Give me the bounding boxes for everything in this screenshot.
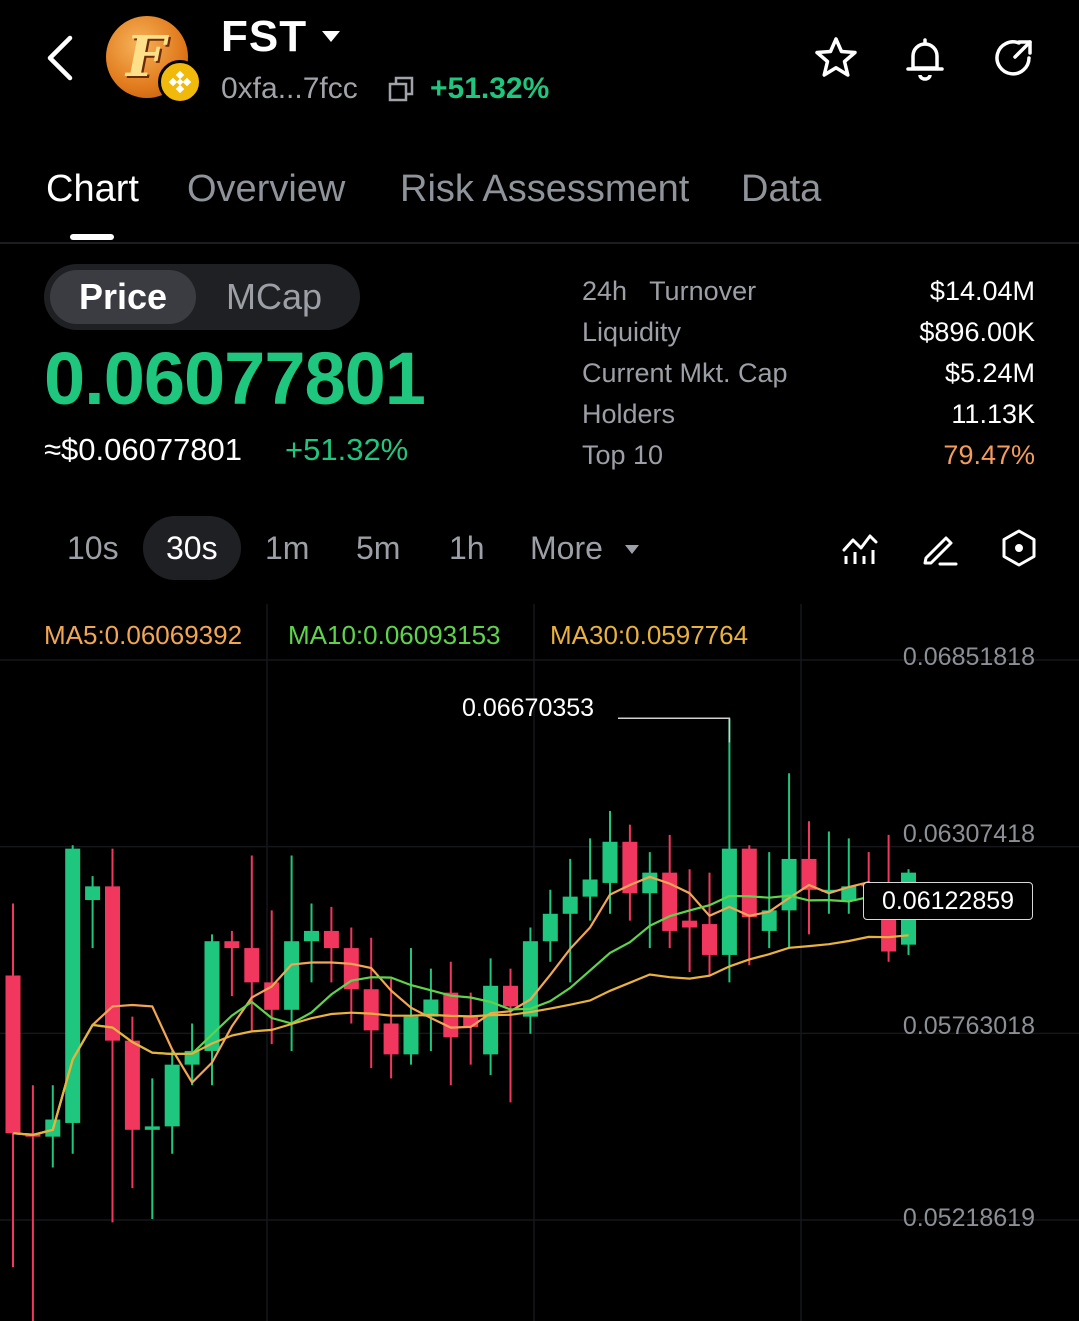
candle-body — [403, 1016, 419, 1055]
tab-data[interactable]: Data — [741, 168, 821, 211]
candle-body — [85, 886, 101, 901]
candle-body — [323, 930, 339, 949]
stat-top10-value: 79.47% — [943, 440, 1035, 470]
copy-icon[interactable] — [388, 76, 414, 102]
candle-body — [463, 1016, 479, 1027]
stat-mktcap-label: Current Mkt. Cap — [582, 358, 788, 388]
stat-liquidity-label: Liquidity — [582, 317, 682, 347]
share-icon[interactable] — [989, 34, 1037, 82]
current-price-marker: 0.06122859 — [863, 882, 1033, 920]
candle-body — [542, 913, 558, 942]
candle-body — [602, 841, 618, 883]
candle-body — [244, 948, 260, 983]
peak-price-label: 0.06670353 — [462, 694, 595, 722]
candle-body — [284, 941, 300, 1010]
stat-top10-label: Top 10 — [582, 440, 664, 470]
candle-body — [562, 896, 578, 914]
stat-liquidity-value: $896.00K — [919, 317, 1035, 347]
stat-turnover-label: 24h Turnover — [582, 276, 757, 306]
tab-chart[interactable]: Chart — [46, 168, 139, 211]
peak-leader-line — [618, 717, 731, 743]
y-axis-label: 0.05218619 — [902, 1204, 1035, 1232]
settings-hexagon-icon[interactable] — [999, 528, 1039, 568]
bnb-chain-icon — [158, 60, 202, 104]
candle-body — [363, 989, 379, 1031]
y-axis-label: 0.05763018 — [902, 1012, 1035, 1040]
candle-body — [105, 886, 120, 1041]
interval-1m[interactable]: 1m — [265, 530, 309, 567]
toggle-price-button[interactable]: Price — [50, 270, 196, 324]
draw-icon[interactable] — [920, 528, 960, 568]
candle-body — [124, 1040, 140, 1130]
candle-body — [383, 1023, 399, 1055]
stat-turnover-value: $14.04M — [929, 276, 1035, 306]
candle-body — [503, 985, 518, 1007]
token-name[interactable]: FST — [221, 12, 307, 62]
y-axis-label: 0.06851818 — [902, 643, 1035, 671]
candle-body — [582, 879, 598, 897]
tab-risk-assessment[interactable]: Risk Assessment — [400, 168, 689, 211]
candle-body — [224, 941, 240, 949]
candle-body — [483, 985, 499, 1055]
candle-body — [721, 848, 737, 955]
bell-icon[interactable] — [901, 34, 949, 82]
ma30-legend: MA30:0.0597764 — [550, 620, 749, 650]
header-change: +51.32% — [430, 72, 550, 105]
current-price: 0.06077801 — [44, 337, 426, 420]
y-axis-label: 0.06307418 — [902, 820, 1035, 848]
candle-body — [164, 1064, 180, 1127]
candle-body — [5, 975, 21, 1134]
interval-10s[interactable]: 10s — [67, 530, 119, 567]
stat-holders-value: 11.13K — [951, 399, 1035, 429]
candle-body — [702, 924, 717, 955]
token-address: 0xfa...7fcc — [221, 72, 358, 105]
ma30-line — [12, 934, 909, 1137]
ma10-legend: MA10:0.06093153 — [288, 620, 501, 650]
interval-1h[interactable]: 1h — [449, 530, 485, 567]
back-icon[interactable] — [40, 30, 84, 86]
stat-holders-label: Holders — [582, 399, 676, 429]
candle-body — [741, 848, 757, 918]
stat-mktcap-value: $5.24M — [944, 358, 1035, 388]
indicator-icon[interactable] — [840, 528, 880, 568]
tab-divider — [0, 242, 1079, 244]
interval-30s[interactable]: 30s — [166, 530, 218, 567]
caret-down-icon[interactable] — [624, 543, 640, 555]
interval-more[interactable]: More — [530, 530, 603, 567]
active-tab-indicator — [70, 234, 114, 240]
candle-body — [682, 920, 698, 928]
ma5-legend: MA5:0.06069392 — [44, 620, 243, 650]
tab-overview[interactable]: Overview — [187, 168, 345, 211]
usd-price: ≈$0.06077801 — [44, 432, 243, 467]
interval-5m[interactable]: 5m — [356, 530, 400, 567]
candle-body — [522, 941, 538, 1017]
price-change: +51.32% — [285, 432, 409, 467]
candle-body — [304, 930, 319, 942]
star-icon[interactable] — [812, 34, 860, 82]
toggle-mcap-button[interactable]: MCap — [226, 276, 322, 318]
candle-body — [144, 1126, 160, 1130]
caret-down-icon[interactable] — [320, 28, 342, 44]
